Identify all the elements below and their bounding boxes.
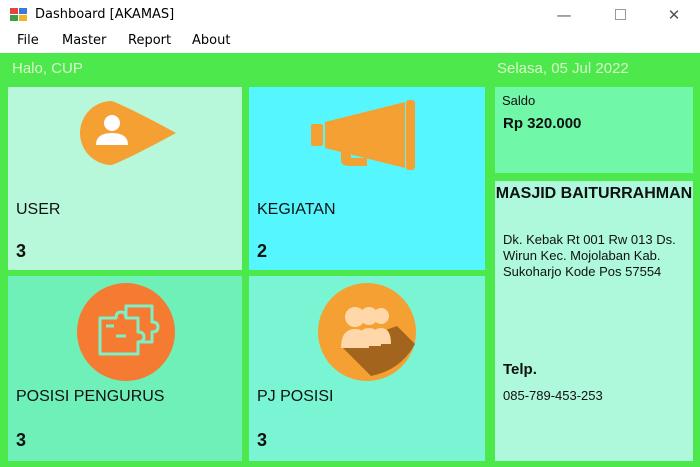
- masjid-name: MASJID BAITURRAHMAN: [495, 185, 693, 202]
- menu-report[interactable]: Report: [128, 33, 171, 48]
- tile-posisi-label: POSISI PENGURUS: [16, 388, 165, 405]
- saldo-panel: Saldo Rp 320.000: [495, 87, 693, 173]
- tile-user-label: USER: [16, 201, 61, 218]
- app-icon: [10, 8, 27, 21]
- close-button[interactable]: ✕: [651, 0, 697, 29]
- tile-posisi-count: 3: [16, 430, 27, 450]
- telp-value: 085-789-453-253: [503, 388, 603, 403]
- title-bar: Dashboard [AKAMAS] — ✕: [0, 0, 700, 29]
- telp-label: Telp.: [503, 361, 537, 378]
- megaphone-icon: [311, 100, 415, 170]
- maximize-icon: [614, 9, 626, 20]
- greeting-text: Halo, CUP: [12, 60, 83, 77]
- date-text: Selasa, 05 Jul 2022: [497, 60, 629, 77]
- puzzle-icon: [77, 283, 175, 381]
- user-icon: [80, 101, 176, 165]
- tile-user-count: 3: [16, 241, 27, 261]
- tile-kegiatan-label: KEGIATAN: [257, 201, 336, 218]
- window-title: Dashboard [AKAMAS]: [35, 7, 175, 22]
- tile-kegiatan-count: 2: [257, 241, 268, 261]
- group-icon: [318, 283, 416, 381]
- tile-pj-posisi[interactable]: PJ POSISI 3: [249, 276, 485, 461]
- tile-kegiatan[interactable]: KEGIATAN 2: [249, 87, 485, 270]
- masjid-address: Dk. Kebak Rt 001 Rw 013 Ds. Wirun Kec. M…: [503, 232, 676, 279]
- saldo-value: Rp 320.000: [503, 115, 582, 132]
- tile-pj-count: 3: [257, 430, 268, 450]
- maximize-button[interactable]: [597, 0, 643, 29]
- menu-bar: File Master Report About: [0, 29, 700, 53]
- menu-master[interactable]: Master: [62, 33, 106, 48]
- dashboard-main: Halo, CUP Selasa, 05 Jul 2022 USER 3 KEG…: [0, 53, 700, 467]
- tile-pj-label: PJ POSISI: [257, 388, 334, 405]
- minimize-icon: —: [556, 5, 572, 24]
- saldo-label: Saldo: [502, 93, 536, 108]
- minimize-button[interactable]: —: [541, 0, 587, 29]
- close-icon: ✕: [667, 5, 681, 24]
- masjid-info-panel: MASJID BAITURRAHMAN Dk. Kebak Rt 001 Rw …: [495, 181, 693, 461]
- menu-about[interactable]: About: [192, 33, 230, 48]
- tile-user[interactable]: USER 3: [8, 87, 242, 270]
- menu-file[interactable]: File: [17, 33, 39, 48]
- tile-posisi-pengurus[interactable]: POSISI PENGURUS 3: [8, 276, 242, 461]
